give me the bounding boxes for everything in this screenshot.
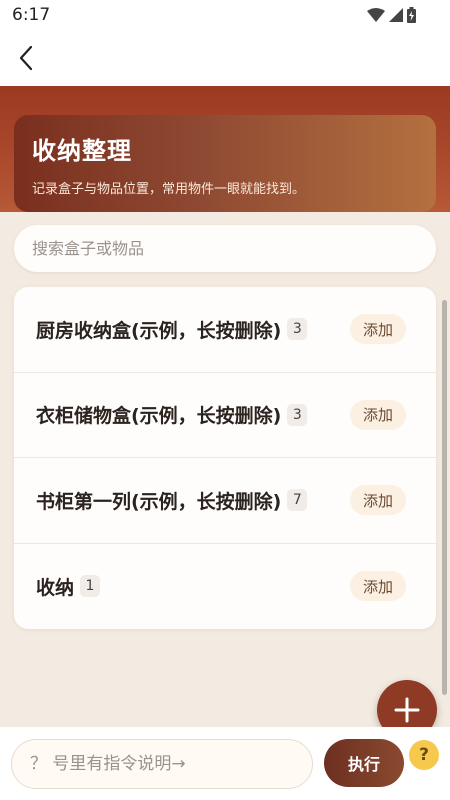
add-item-button[interactable]: 添加 (350, 485, 406, 516)
search-box (14, 225, 436, 272)
chevron-left-icon (19, 45, 33, 71)
scrollbar[interactable] (442, 300, 447, 695)
page-subtitle: 记录盒子与物品位置，常用物件一眼就能找到。 (32, 182, 306, 197)
box-list: 厨房收纳盒(示例，长按删除) 3 添加 衣柜储物盒(示例，长按删除) 3 添加 … (14, 287, 436, 629)
list-item[interactable]: 厨房收纳盒(示例，长按删除) 3 添加 (14, 287, 436, 373)
search-input[interactable] (32, 239, 418, 258)
box-name: 厨房收纳盒(示例，长按删除) (36, 319, 282, 342)
box-name: 收纳 (36, 576, 75, 599)
item-count-badge: 3 (287, 403, 308, 426)
list-item[interactable]: 收纳 1 添加 (14, 544, 436, 630)
list-item[interactable]: 书柜第一列(示例，长按删除) 7 添加 (14, 458, 436, 544)
item-count-badge: 3 (287, 318, 308, 341)
box-name: 衣柜储物盒(示例，长按删除) (36, 405, 282, 428)
battery-icon (407, 7, 416, 23)
item-count-badge: 7 (287, 489, 308, 512)
list-item[interactable]: 衣柜储物盒(示例，长按删除) 3 添加 (14, 373, 436, 458)
execute-button[interactable]: 执行 (324, 739, 404, 787)
command-bar: 执行 ? (0, 727, 450, 800)
hero-card: 收纳整理 记录盒子与物品位置，常用物件一眼就能找到。 (14, 115, 436, 212)
page-title: 收纳整理 (32, 137, 132, 165)
back-button[interactable] (8, 40, 44, 76)
add-item-button[interactable]: 添加 (350, 571, 406, 602)
app-bar (0, 30, 450, 86)
add-item-button[interactable]: 添加 (350, 314, 406, 345)
plus-icon (394, 697, 420, 723)
status-bar: 6:17 (0, 0, 450, 30)
command-input-wrap (11, 739, 313, 789)
add-item-button[interactable]: 添加 (350, 399, 406, 430)
signal-icon (389, 8, 403, 22)
box-name: 书柜第一列(示例，长按删除) (36, 490, 282, 513)
item-count-badge: 1 (80, 575, 101, 598)
status-icons (367, 7, 416, 23)
help-button[interactable]: ? (409, 740, 439, 770)
command-input[interactable] (30, 754, 294, 774)
status-time: 6:17 (12, 5, 51, 25)
wifi-icon (367, 8, 385, 22)
